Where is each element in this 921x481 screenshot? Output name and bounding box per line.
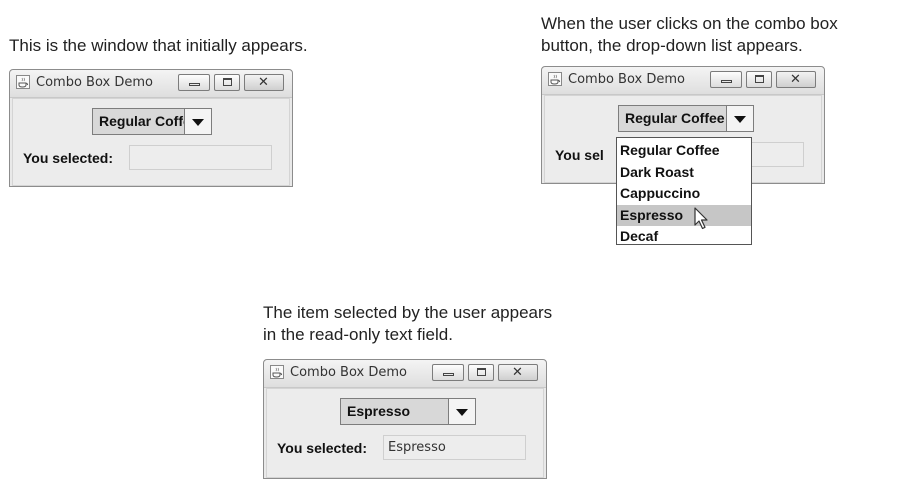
java-cup-icon [548, 72, 562, 86]
combo-dropdown-list: Regular Coffee Dark Roast Cappuccino Esp… [616, 137, 752, 245]
minimize-icon [443, 373, 454, 376]
you-selected-label: You selected: [277, 440, 367, 456]
window-content: Regular Coffee You selected: [12, 98, 290, 186]
caption-initial: This is the window that initially appear… [9, 36, 308, 55]
chevron-down-icon[interactable] [726, 106, 753, 131]
combo-selected-value: Regular Coffee [99, 113, 184, 129]
selected-text-field [129, 145, 272, 170]
window-title: Combo Box Demo [568, 72, 685, 87]
minimize-button[interactable] [178, 74, 210, 91]
coffee-combo-box[interactable]: Regular Coffee [92, 108, 212, 135]
caption-selected-line2: in the read-only text field. [263, 325, 453, 344]
dropdown-item[interactable]: Dark Roast [617, 162, 751, 184]
dropdown-item[interactable]: Regular Coffee [617, 140, 751, 162]
java-cup-icon [16, 75, 30, 89]
you-selected-label: You selected: [23, 150, 113, 166]
maximize-button[interactable] [214, 74, 240, 91]
window-title: Combo Box Demo [290, 365, 407, 380]
maximize-icon [755, 75, 764, 83]
minimize-button[interactable] [710, 71, 742, 88]
window-title: Combo Box Demo [36, 75, 153, 90]
dropdown-item[interactable]: Decaf [617, 226, 751, 248]
chevron-down-icon[interactable] [184, 109, 211, 134]
dropdown-item-highlighted[interactable]: Espresso [617, 204, 751, 226]
maximize-icon [223, 78, 232, 86]
window-content: Espresso You selected: Espresso [266, 388, 544, 478]
minimize-icon [721, 80, 732, 83]
caption-dropdown-line1: When the user clicks on the combo box [541, 14, 838, 33]
minimize-icon [189, 83, 200, 86]
close-button[interactable]: ✕ [498, 364, 538, 381]
maximize-button[interactable] [468, 364, 494, 381]
chevron-down-icon[interactable] [448, 399, 475, 424]
title-bar[interactable]: Combo Box Demo ✕ [542, 67, 824, 95]
you-selected-label: You sel [555, 147, 604, 163]
coffee-combo-box[interactable]: Espresso [340, 398, 476, 425]
selected-text-field: Espresso [383, 435, 526, 460]
close-icon: ✕ [790, 72, 801, 87]
close-button[interactable]: ✕ [776, 71, 816, 88]
minimize-button[interactable] [432, 364, 464, 381]
combo-selected-value: Regular Coffee [625, 110, 725, 126]
maximize-button[interactable] [746, 71, 772, 88]
close-icon: ✕ [258, 75, 269, 90]
caption-selected-line1: The item selected by the user appears [263, 303, 553, 322]
java-cup-icon [270, 365, 284, 379]
combo-selected-value: Espresso [347, 403, 411, 419]
coffee-combo-box[interactable]: Regular Coffee [618, 105, 754, 132]
mouse-pointer-icon [694, 207, 708, 230]
combo-box-demo-window-initial: Combo Box Demo ✕ Regular Coffee You sele… [9, 69, 293, 187]
title-bar[interactable]: Combo Box Demo ✕ [10, 70, 292, 98]
maximize-icon [477, 368, 486, 376]
combo-box-demo-window-selected: Combo Box Demo ✕ Espresso You selected: … [263, 359, 547, 479]
close-icon: ✕ [512, 365, 523, 380]
caption-dropdown-line2: button, the drop-down list appears. [541, 36, 803, 55]
title-bar[interactable]: Combo Box Demo ✕ [264, 360, 546, 388]
dropdown-item[interactable]: Cappuccino [617, 183, 751, 205]
close-button[interactable]: ✕ [244, 74, 284, 91]
